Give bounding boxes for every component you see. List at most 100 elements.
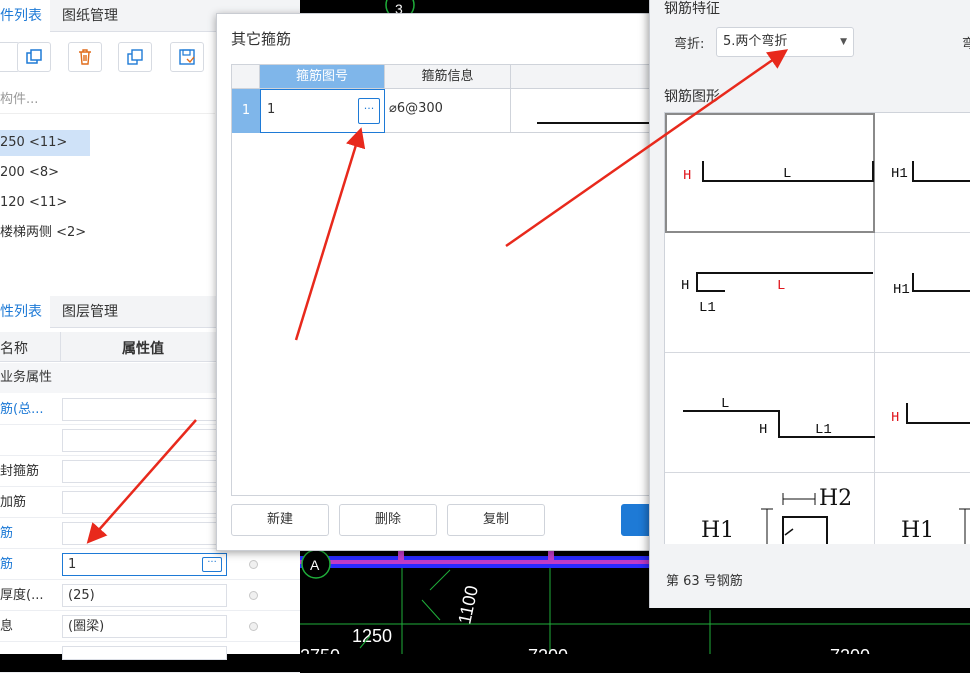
shape-label: L	[777, 278, 785, 294]
shape-label: L1	[699, 300, 716, 316]
property-radio[interactable]	[249, 560, 258, 569]
property-name: 息	[0, 619, 14, 634]
tab-property-list[interactable]: 性列表	[0, 296, 50, 328]
property-name: 筋(总...	[0, 402, 44, 417]
column-header-preview	[511, 65, 658, 89]
delete-button[interactable]: 删除	[339, 504, 437, 536]
shape-option[interactable]: H L	[665, 113, 875, 233]
status-text: 第 63 号钢筋	[666, 574, 743, 589]
dimension-7200: 7200	[830, 646, 870, 654]
component-item[interactable]: 楼梯两侧 <2>	[0, 220, 86, 246]
shape-label: H	[759, 422, 767, 438]
bend-label: 弯折:	[674, 37, 705, 52]
shape-label: L	[783, 166, 791, 182]
bend-select[interactable]: 5.两个弯折 ▼	[716, 27, 854, 57]
property-value-field[interactable]: (圈梁)	[62, 615, 227, 638]
dimension-1250: 1250	[352, 626, 392, 646]
new-button[interactable]: 新建	[231, 504, 329, 536]
row-header-corner	[232, 65, 260, 89]
stirrup-preview-cell	[511, 89, 658, 133]
property-value-text: 1	[68, 557, 77, 572]
other-stirrups-dialog: 其它箍筋 箍筋图号 箍筋信息 1 1 ··· ⌀6@300 新建 删除 复制	[216, 13, 661, 551]
column-name-header: 名称	[0, 341, 28, 357]
shape-option[interactable]: H1	[875, 113, 970, 233]
property-value-field[interactable]	[62, 398, 227, 421]
ellipsis-button[interactable]: ···	[202, 557, 222, 572]
column-header-info[interactable]: 箍筋信息	[385, 65, 511, 89]
row-number[interactable]: 1	[232, 89, 260, 133]
component-item[interactable]: 200 <8>	[0, 160, 59, 186]
property-radio[interactable]	[249, 591, 258, 600]
stirrup-table: 箍筋图号 箍筋信息 1 1 ··· ⌀6@300	[231, 64, 658, 496]
shape-two-bend-7: H1 H2	[701, 486, 852, 544]
shape-label: H2	[819, 486, 852, 511]
property-row: 厚度(... (25)	[0, 580, 300, 611]
shape-option[interactable]: L H L1	[665, 353, 875, 473]
shape-two-bend-2: H1	[891, 161, 970, 182]
shape-option[interactable]: H1 H2	[665, 473, 875, 544]
shape-no-cell[interactable]: 1 ···	[260, 89, 385, 133]
section-rebar-feature: 钢筋特征	[664, 1, 720, 17]
dimension-line	[421, 599, 441, 621]
stirrup-info-cell[interactable]: ⌀6@300	[385, 89, 511, 133]
component-item[interactable]: 120 <11>	[0, 190, 67, 216]
dialog-title: 其它箍筋	[231, 30, 292, 48]
save-as-icon[interactable]	[170, 42, 204, 72]
property-name	[0, 425, 60, 456]
dimension-line	[429, 569, 451, 591]
tab-layer-management[interactable]: 图层管理	[62, 296, 132, 328]
property-value-field[interactable]	[62, 491, 227, 514]
property-name: 加筋	[0, 495, 27, 510]
property-name: 厚度(...	[0, 588, 44, 603]
property-value-field[interactable]	[62, 646, 227, 660]
property-row: 息 (圈梁)	[0, 611, 300, 642]
chevron-down-icon: ▼	[840, 37, 847, 47]
tab-component-list[interactable]: 件列表	[0, 0, 50, 32]
shape-label: H	[891, 410, 899, 426]
section-rebar-shape: 钢筋图形	[664, 89, 720, 105]
shape-label: H1	[893, 282, 910, 298]
shape-label: H1	[891, 166, 908, 182]
tab-drawing-management[interactable]: 图纸管理	[62, 0, 132, 32]
cut-label: 弯	[962, 37, 970, 52]
shape-label: L1	[815, 422, 832, 438]
delete-icon[interactable]	[68, 42, 102, 72]
component-search-input[interactable]: 构件...	[0, 86, 215, 114]
copy-button[interactable]: 复制	[447, 504, 545, 536]
shape-option[interactable]: H L L1	[665, 233, 875, 353]
copy-icon[interactable]	[17, 42, 51, 72]
shape-two-bend-6: H	[891, 403, 970, 426]
shape-label: H1	[901, 518, 934, 543]
shape-label: H	[681, 278, 689, 294]
shape-two-bend-3: H L L1	[681, 272, 873, 316]
shape-grid: H L H1 H L L1 H1 L H L1 H H1 H2 H1	[664, 112, 970, 544]
shape-label: H	[683, 168, 691, 184]
shape-option[interactable]: H1	[875, 233, 970, 353]
property-radio[interactable]	[249, 622, 258, 631]
property-name: 筋	[0, 557, 14, 572]
ellipsis-button[interactable]: ···	[358, 98, 380, 124]
shape-option[interactable]: H1	[875, 473, 970, 544]
property-row	[0, 642, 300, 673]
shape-option[interactable]: H	[875, 353, 970, 473]
component-item[interactable]: 250 <11>	[0, 130, 90, 156]
property-value-field[interactable]: (25)	[62, 584, 227, 607]
property-value-field[interactable]	[62, 460, 227, 483]
rebar-shape-dialog: 钢筋特征 弯折: 5.两个弯折 ▼ 弯 钢筋图形 H L H1 H L L1 H…	[649, 0, 970, 608]
axis-label-a: A	[310, 557, 320, 573]
column-header-shape-no[interactable]: 箍筋图号	[260, 65, 385, 89]
stirrup-preview	[537, 122, 658, 124]
property-row: 筋 1 ···	[0, 549, 300, 580]
dimension-2750: 2750	[300, 646, 340, 654]
dimension-7200: 7200	[528, 646, 568, 654]
property-value-field[interactable]	[62, 429, 227, 452]
shape-label: H1	[701, 518, 734, 543]
bend-select-value: 5.两个弯折	[723, 34, 788, 49]
layer-copy-icon[interactable]	[118, 42, 152, 72]
column-divider	[60, 332, 61, 362]
shape-two-bend-1: H L	[683, 161, 874, 184]
other-stirrup-value-field[interactable]: 1 ···	[62, 553, 227, 576]
shape-two-bend-4: H1	[893, 273, 970, 298]
shape-label: L	[721, 396, 729, 412]
property-value-field[interactable]	[62, 522, 227, 545]
